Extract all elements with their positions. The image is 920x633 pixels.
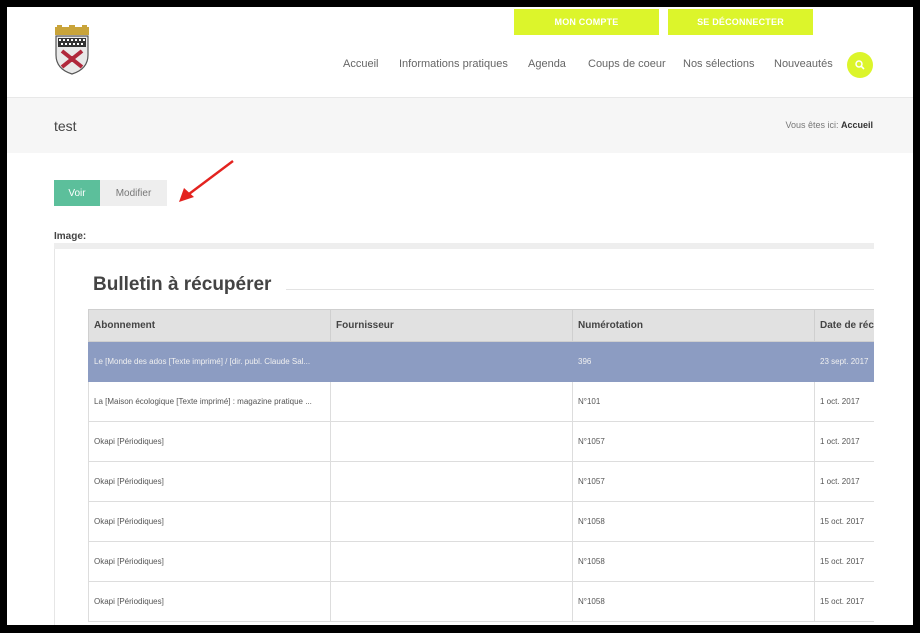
breadcrumb-prefix: Vous êtes ici: bbox=[785, 120, 839, 130]
nav-item-accueil[interactable]: Accueil bbox=[343, 58, 378, 70]
logout-button[interactable]: SE DÉCONNECTER bbox=[668, 9, 813, 35]
cell-numerotation: N°101 bbox=[572, 381, 815, 422]
my-account-button[interactable]: MON COMPTE bbox=[514, 9, 659, 35]
cell-date: 15 oct. 2017 bbox=[814, 501, 874, 542]
image-field-label: Image: bbox=[54, 231, 87, 242]
search-button[interactable] bbox=[847, 52, 873, 78]
nav-item-nos-selections[interactable]: Nos sélections bbox=[683, 58, 755, 70]
cell-abonnement: Okapi [Périodiques] bbox=[88, 461, 331, 502]
cell-date: 15 oct. 2017 bbox=[814, 541, 874, 582]
cell-date: 1 oct. 2017 bbox=[814, 381, 874, 422]
browser-viewport: MON COMPTE SE DÉCONNECTER Accueil Inform… bbox=[7, 7, 913, 625]
tab-modifier[interactable]: Modifier bbox=[100, 180, 167, 206]
cell-fournisseur bbox=[330, 381, 573, 422]
column-header-numerotation[interactable]: Numérotation bbox=[572, 309, 815, 342]
table-row[interactable]: Okapi [Périodiques] N°1057 1 oct. 2017 bbox=[88, 461, 874, 502]
cell-numerotation: N°1058 bbox=[572, 541, 815, 582]
tab-voir[interactable]: Voir bbox=[54, 180, 100, 206]
coat-of-arms-logo[interactable] bbox=[53, 25, 91, 75]
table-row[interactable]: Okapi [Périodiques] N°1058 15 oct. 2017 bbox=[88, 541, 874, 582]
cell-date: 15 oct. 2017 bbox=[814, 581, 874, 622]
column-header-fournisseur[interactable]: Fournisseur bbox=[330, 309, 573, 342]
nav-item-coups-de-coeur[interactable]: Coups de coeur bbox=[588, 58, 666, 70]
cell-fournisseur bbox=[330, 461, 573, 502]
table-row[interactable]: Okapi [Périodiques] N°1058 15 oct. 2017 bbox=[88, 501, 874, 542]
cell-numerotation: N°1057 bbox=[572, 421, 815, 462]
bulletin-heading: Bulletin à récupérer bbox=[93, 274, 284, 296]
cell-abonnement: Okapi [Périodiques] bbox=[88, 541, 331, 582]
cell-abonnement: La [Maison écologique [Texte imprimé] : … bbox=[88, 381, 331, 422]
cell-fournisseur bbox=[330, 341, 573, 382]
cell-abonnement: Le [Monde des ados [Texte imprimé] / [di… bbox=[88, 341, 331, 382]
cell-fournisseur bbox=[330, 421, 573, 462]
cell-date: 1 oct. 2017 bbox=[814, 421, 874, 462]
title-divider bbox=[286, 289, 874, 290]
cell-date: 1 oct. 2017 bbox=[814, 461, 874, 502]
cell-fournisseur bbox=[330, 581, 573, 622]
cell-numerotation: 396 bbox=[572, 341, 815, 382]
embedded-image: Bulletin à récupérer Abonnement Fourniss… bbox=[54, 243, 874, 625]
column-header-abonnement[interactable]: Abonnement bbox=[88, 309, 331, 342]
cell-abonnement: Okapi [Périodiques] bbox=[88, 501, 331, 542]
page-title: test bbox=[54, 118, 77, 134]
bulletin-table: Abonnement Fournisseur Numérotation Date… bbox=[88, 309, 874, 622]
table-row[interactable]: Okapi [Périodiques] N°1058 15 oct. 2017 bbox=[88, 581, 874, 622]
table-row[interactable]: Okapi [Périodiques] N°1057 1 oct. 2017 bbox=[88, 421, 874, 462]
nav-item-agenda[interactable]: Agenda bbox=[528, 58, 566, 70]
breadcrumb: Vous êtes ici: Accueil bbox=[785, 120, 873, 130]
search-icon bbox=[855, 60, 865, 70]
red-arrow-annotation bbox=[179, 160, 234, 202]
table-row[interactable]: La [Maison écologique [Texte imprimé] : … bbox=[88, 381, 874, 422]
table-header-row: Abonnement Fournisseur Numérotation Date… bbox=[88, 309, 874, 342]
column-header-date[interactable]: Date de réc bbox=[814, 309, 874, 342]
table-row[interactable]: Le [Monde des ados [Texte imprimé] / [di… bbox=[88, 341, 874, 382]
page-title-bar: test Vous êtes ici: Accueil bbox=[7, 97, 913, 153]
cell-abonnement: Okapi [Périodiques] bbox=[88, 421, 331, 462]
cell-numerotation: N°1058 bbox=[572, 581, 815, 622]
nav-item-informations-pratiques[interactable]: Informations pratiques bbox=[399, 58, 508, 70]
cell-fournisseur bbox=[330, 541, 573, 582]
cell-date: 23 sept. 2017 bbox=[814, 341, 874, 382]
nav-item-nouveautes[interactable]: Nouveautés bbox=[774, 58, 833, 70]
cell-numerotation: N°1057 bbox=[572, 461, 815, 502]
cell-fournisseur bbox=[330, 501, 573, 542]
cell-abonnement: Okapi [Périodiques] bbox=[88, 581, 331, 622]
cell-numerotation: N°1058 bbox=[572, 501, 815, 542]
breadcrumb-accueil-link[interactable]: Accueil bbox=[841, 120, 873, 130]
